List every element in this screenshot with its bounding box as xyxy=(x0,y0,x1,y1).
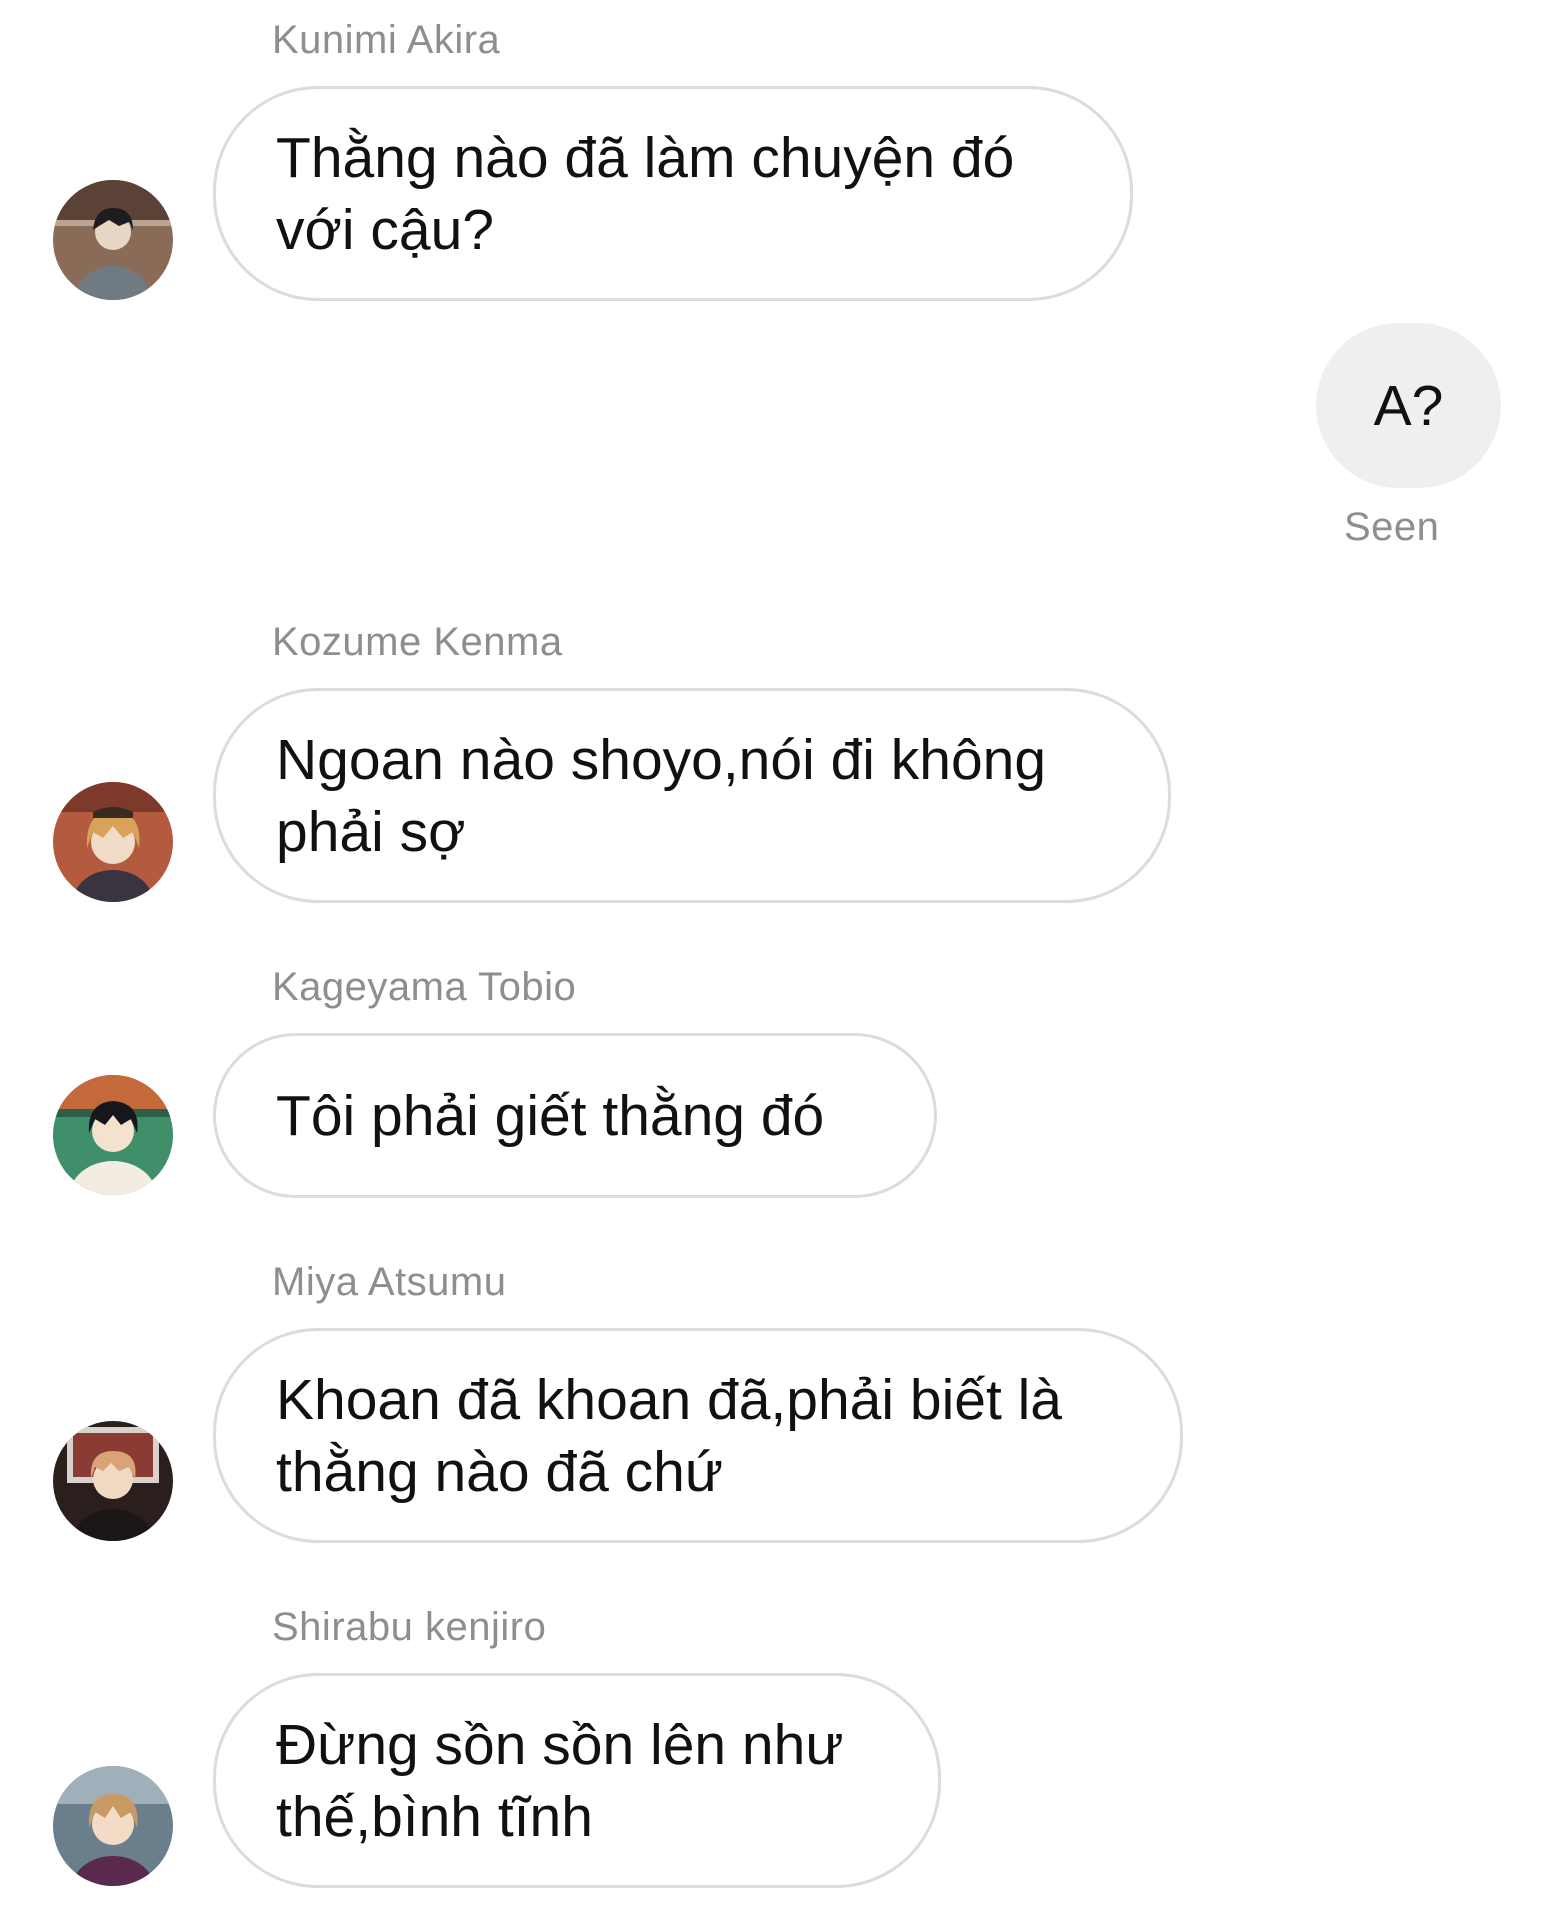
sender-name: Kozume Kenma xyxy=(272,620,563,664)
avatar-image xyxy=(53,180,173,300)
avatar-image xyxy=(53,1075,173,1195)
avatar[interactable] xyxy=(53,1766,173,1886)
sender-name: Shirabu kenjiro xyxy=(272,1605,547,1649)
message-bubble[interactable]: Thằng nào đã làm chuyện đó với cậu? xyxy=(213,86,1133,301)
sender-name: Miya Atsumu xyxy=(272,1260,507,1304)
avatar-image xyxy=(53,1421,173,1541)
sender-name: Kunimi Akira xyxy=(272,18,501,62)
own-message-bubble[interactable]: A? xyxy=(1316,323,1501,488)
message-bubble[interactable]: Ngoan nào shoyo,nói đi không phải sợ xyxy=(213,688,1171,903)
avatar[interactable] xyxy=(53,1421,173,1541)
message-bubble[interactable]: Đừng sồn sồn lên như thế,bình tĩnh xyxy=(213,1673,941,1888)
message-text: Đừng sồn sồn lên như thế,bình tĩnh xyxy=(276,1712,844,1849)
message-bubble[interactable]: Khoan đã khoan đã,phải biết là thằng nào… xyxy=(213,1328,1183,1543)
avatar[interactable] xyxy=(53,1075,173,1195)
avatar[interactable] xyxy=(53,180,173,300)
message-text: Thằng nào đã làm chuyện đó với cậu? xyxy=(276,125,1015,262)
avatar-image xyxy=(53,1766,173,1886)
own-message-text: A? xyxy=(1373,373,1444,438)
message-text: Ngoan nào shoyo,nói đi không phải sợ xyxy=(276,727,1047,864)
message-bubble[interactable]: Tôi phải giết thằng đó xyxy=(213,1033,937,1198)
avatar-image xyxy=(53,782,173,902)
sender-name: Kageyama Tobio xyxy=(272,965,577,1009)
message-text: Tôi phải giết thằng đó xyxy=(276,1083,825,1148)
avatar[interactable] xyxy=(53,782,173,902)
message-text: Khoan đã khoan đã,phải biết là thằng nào… xyxy=(276,1367,1062,1504)
seen-status: Seen xyxy=(1344,505,1440,549)
